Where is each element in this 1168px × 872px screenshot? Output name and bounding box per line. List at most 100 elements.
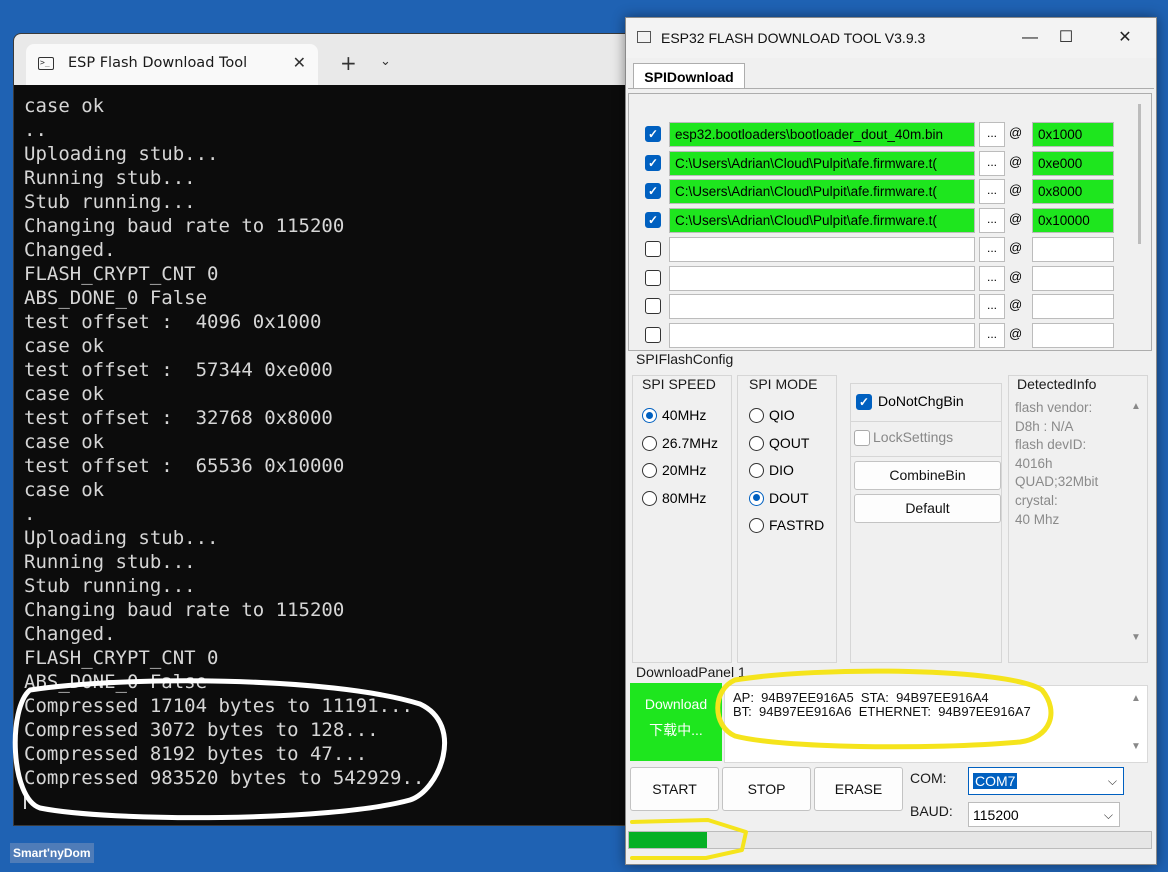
at-symbol: @	[1009, 325, 1023, 341]
file-row: ✓ C:\Users\Adrian\Cloud\Pulpit\afe.firmwa…	[645, 150, 1135, 177]
radio-button[interactable]	[749, 490, 764, 506]
file-path-input[interactable]	[669, 265, 975, 291]
file-path-input[interactable]	[669, 294, 975, 320]
file-checkbox[interactable]: ✓	[645, 212, 661, 229]
donotchgbin-label: DoNotChgBin	[878, 393, 964, 409]
stop-button[interactable]: STOP	[722, 767, 811, 811]
terminal-tab[interactable]: >_ ESP Flash Download Tool ✕	[26, 44, 318, 85]
radio-button[interactable]	[749, 435, 764, 451]
minimize-button[interactable]: —	[1010, 26, 1050, 50]
browse-button[interactable]: ...	[979, 150, 1005, 176]
radio-label: DOUT	[769, 489, 809, 506]
com-port-value: COM7	[973, 773, 1018, 789]
flash-address-input[interactable]	[1032, 265, 1114, 291]
locksettings-label: LockSettings	[873, 429, 954, 445]
file-row: ✓ esp32.bootloaders\bootloader_dout_40m.b…	[645, 122, 1135, 148]
progress-fill	[629, 832, 708, 848]
esp-tool-window: ESP32 FLASH DOWNLOAD TOOL V3.9.3 — ☐ ✕ S…	[625, 17, 1157, 865]
progress-bar	[628, 831, 1152, 849]
radio-button[interactable]	[642, 408, 657, 423]
default-button[interactable]: Default	[854, 494, 1001, 523]
file-path-input[interactable]: C:\Users\Adrian\Cloud\Pulpit\afe.firmwar…	[669, 150, 975, 176]
file-row: ✓ C:\Users\Adrian\Cloud\Pulpit\afe.firmwa…	[645, 208, 1135, 234]
radio-label: DIO	[769, 462, 794, 479]
download-status-line2: 下载中...	[649, 722, 703, 738]
at-symbol: @	[1009, 297, 1023, 313]
file-checkbox[interactable]	[645, 326, 661, 343]
file-checkbox[interactable]	[645, 298, 661, 315]
chevron-down-icon[interactable]: ⌄	[380, 54, 391, 69]
file-path-input[interactable]: esp32.bootloaders\bootloader_dout_40m.bi…	[669, 122, 975, 147]
file-path-input[interactable]	[669, 322, 975, 348]
baud-select[interactable]: 115200 ⌵	[968, 802, 1120, 827]
radio-label: FASTRD	[769, 517, 825, 534]
download-status-badge: Download 下载中...	[630, 683, 722, 761]
flash-address-input[interactable]: 0x1000	[1032, 122, 1114, 147]
download-status-line1: Download	[644, 696, 708, 712]
new-tab-icon[interactable]: +	[340, 53, 357, 73]
browse-button[interactable]: ...	[979, 265, 1005, 291]
radio-label: QOUT	[769, 434, 810, 451]
tab-spidownload[interactable]: SPIDownload	[633, 63, 745, 89]
spiflashconfig-label: SPIFlashConfig	[636, 351, 734, 367]
radio-button[interactable]	[642, 435, 657, 451]
file-checkbox[interactable]: ✓	[645, 154, 661, 171]
browse-button[interactable]: ...	[979, 122, 1005, 147]
maximize-button[interactable]: ☐	[1046, 26, 1086, 50]
flash-address-input[interactable]	[1032, 294, 1114, 320]
file-checkbox[interactable]: ✓	[645, 183, 661, 200]
at-symbol: @	[1009, 268, 1023, 284]
chevron-down-icon: ⌵	[1103, 808, 1113, 822]
flash-address-input[interactable]: 0x8000	[1032, 179, 1114, 205]
erase-button[interactable]: ERASE	[814, 767, 903, 811]
title-bar: ESP32 FLASH DOWNLOAD TOOL V3.9.3 — ☐ ✕	[626, 18, 1156, 58]
terminal-tab-title: ESP Flash Download Tool	[68, 55, 248, 71]
radio-label: QIO	[769, 407, 795, 423]
flash-address-input[interactable]	[1032, 236, 1114, 262]
file-checkbox[interactable]	[645, 269, 661, 286]
flash-address-input[interactable]	[1032, 322, 1114, 348]
at-symbol: @	[1009, 153, 1023, 169]
browse-button[interactable]: ...	[979, 179, 1005, 205]
start-button[interactable]: START	[630, 767, 719, 811]
close-tab-icon[interactable]: ✕	[293, 53, 306, 72]
donotchgbin-check[interactable]: ✓	[856, 394, 872, 410]
watermark-logo: Smart'nyDom	[10, 843, 94, 863]
at-symbol: @	[1009, 239, 1023, 255]
terminal-icon: >_	[38, 57, 54, 70]
browse-button[interactable]: ...	[979, 322, 1005, 348]
combinebin-button[interactable]: CombineBin	[854, 461, 1001, 490]
app-icon	[637, 31, 651, 43]
file-path-input[interactable]	[669, 236, 975, 262]
scroll-up-icon[interactable]: ▲	[1131, 401, 1141, 412]
browse-button[interactable]: ...	[979, 208, 1005, 234]
radio-label: 80MHz	[662, 489, 707, 506]
log-scroll-down-icon[interactable]: ▼	[1131, 741, 1141, 752]
close-button[interactable]: ✕	[1105, 26, 1145, 50]
log-scroll-up-icon[interactable]: ▲	[1131, 693, 1141, 704]
flash-address-input[interactable]: 0x10000	[1032, 208, 1114, 234]
radio-button[interactable]	[749, 408, 764, 423]
radio-label: 40MHz	[662, 407, 707, 423]
radio-button[interactable]	[642, 490, 657, 506]
file-row: ... @	[645, 236, 1135, 263]
radio-label: 20MHz	[662, 462, 707, 479]
browse-button[interactable]: ...	[979, 294, 1005, 320]
file-checkbox[interactable]: ✓	[645, 126, 661, 142]
file-row: ... @	[645, 322, 1135, 349]
browse-button[interactable]: ...	[979, 236, 1005, 262]
at-symbol: @	[1009, 125, 1023, 140]
download-log[interactable]: AP: 94B97EE916A5 STA: 94B97EE916A4 BT: 9…	[724, 685, 1148, 763]
radio-label: 26.7MHz	[662, 434, 719, 451]
chevron-down-icon: ⌵	[1107, 774, 1117, 788]
file-path-input[interactable]: C:\Users\Adrian\Cloud\Pulpit\afe.firmwar…	[669, 179, 975, 205]
locksettings-check[interactable]	[854, 430, 870, 446]
scroll-down-icon[interactable]: ▼	[1131, 632, 1141, 643]
file-checkbox[interactable]	[645, 240, 661, 257]
detectedinfo-label: DetectedInfo	[1017, 376, 1097, 392]
flash-address-input[interactable]: 0xe000	[1032, 150, 1114, 176]
file-path-input[interactable]: C:\Users\Adrian\Cloud\Pulpit\afe.firmwar…	[669, 208, 975, 234]
com-port-select[interactable]: COM7 ⌵	[968, 767, 1124, 795]
file-list-scrollbar[interactable]	[1138, 104, 1141, 244]
file-list: ✓ esp32.bootloaders\bootloader_dout_40m.b…	[628, 93, 1152, 351]
